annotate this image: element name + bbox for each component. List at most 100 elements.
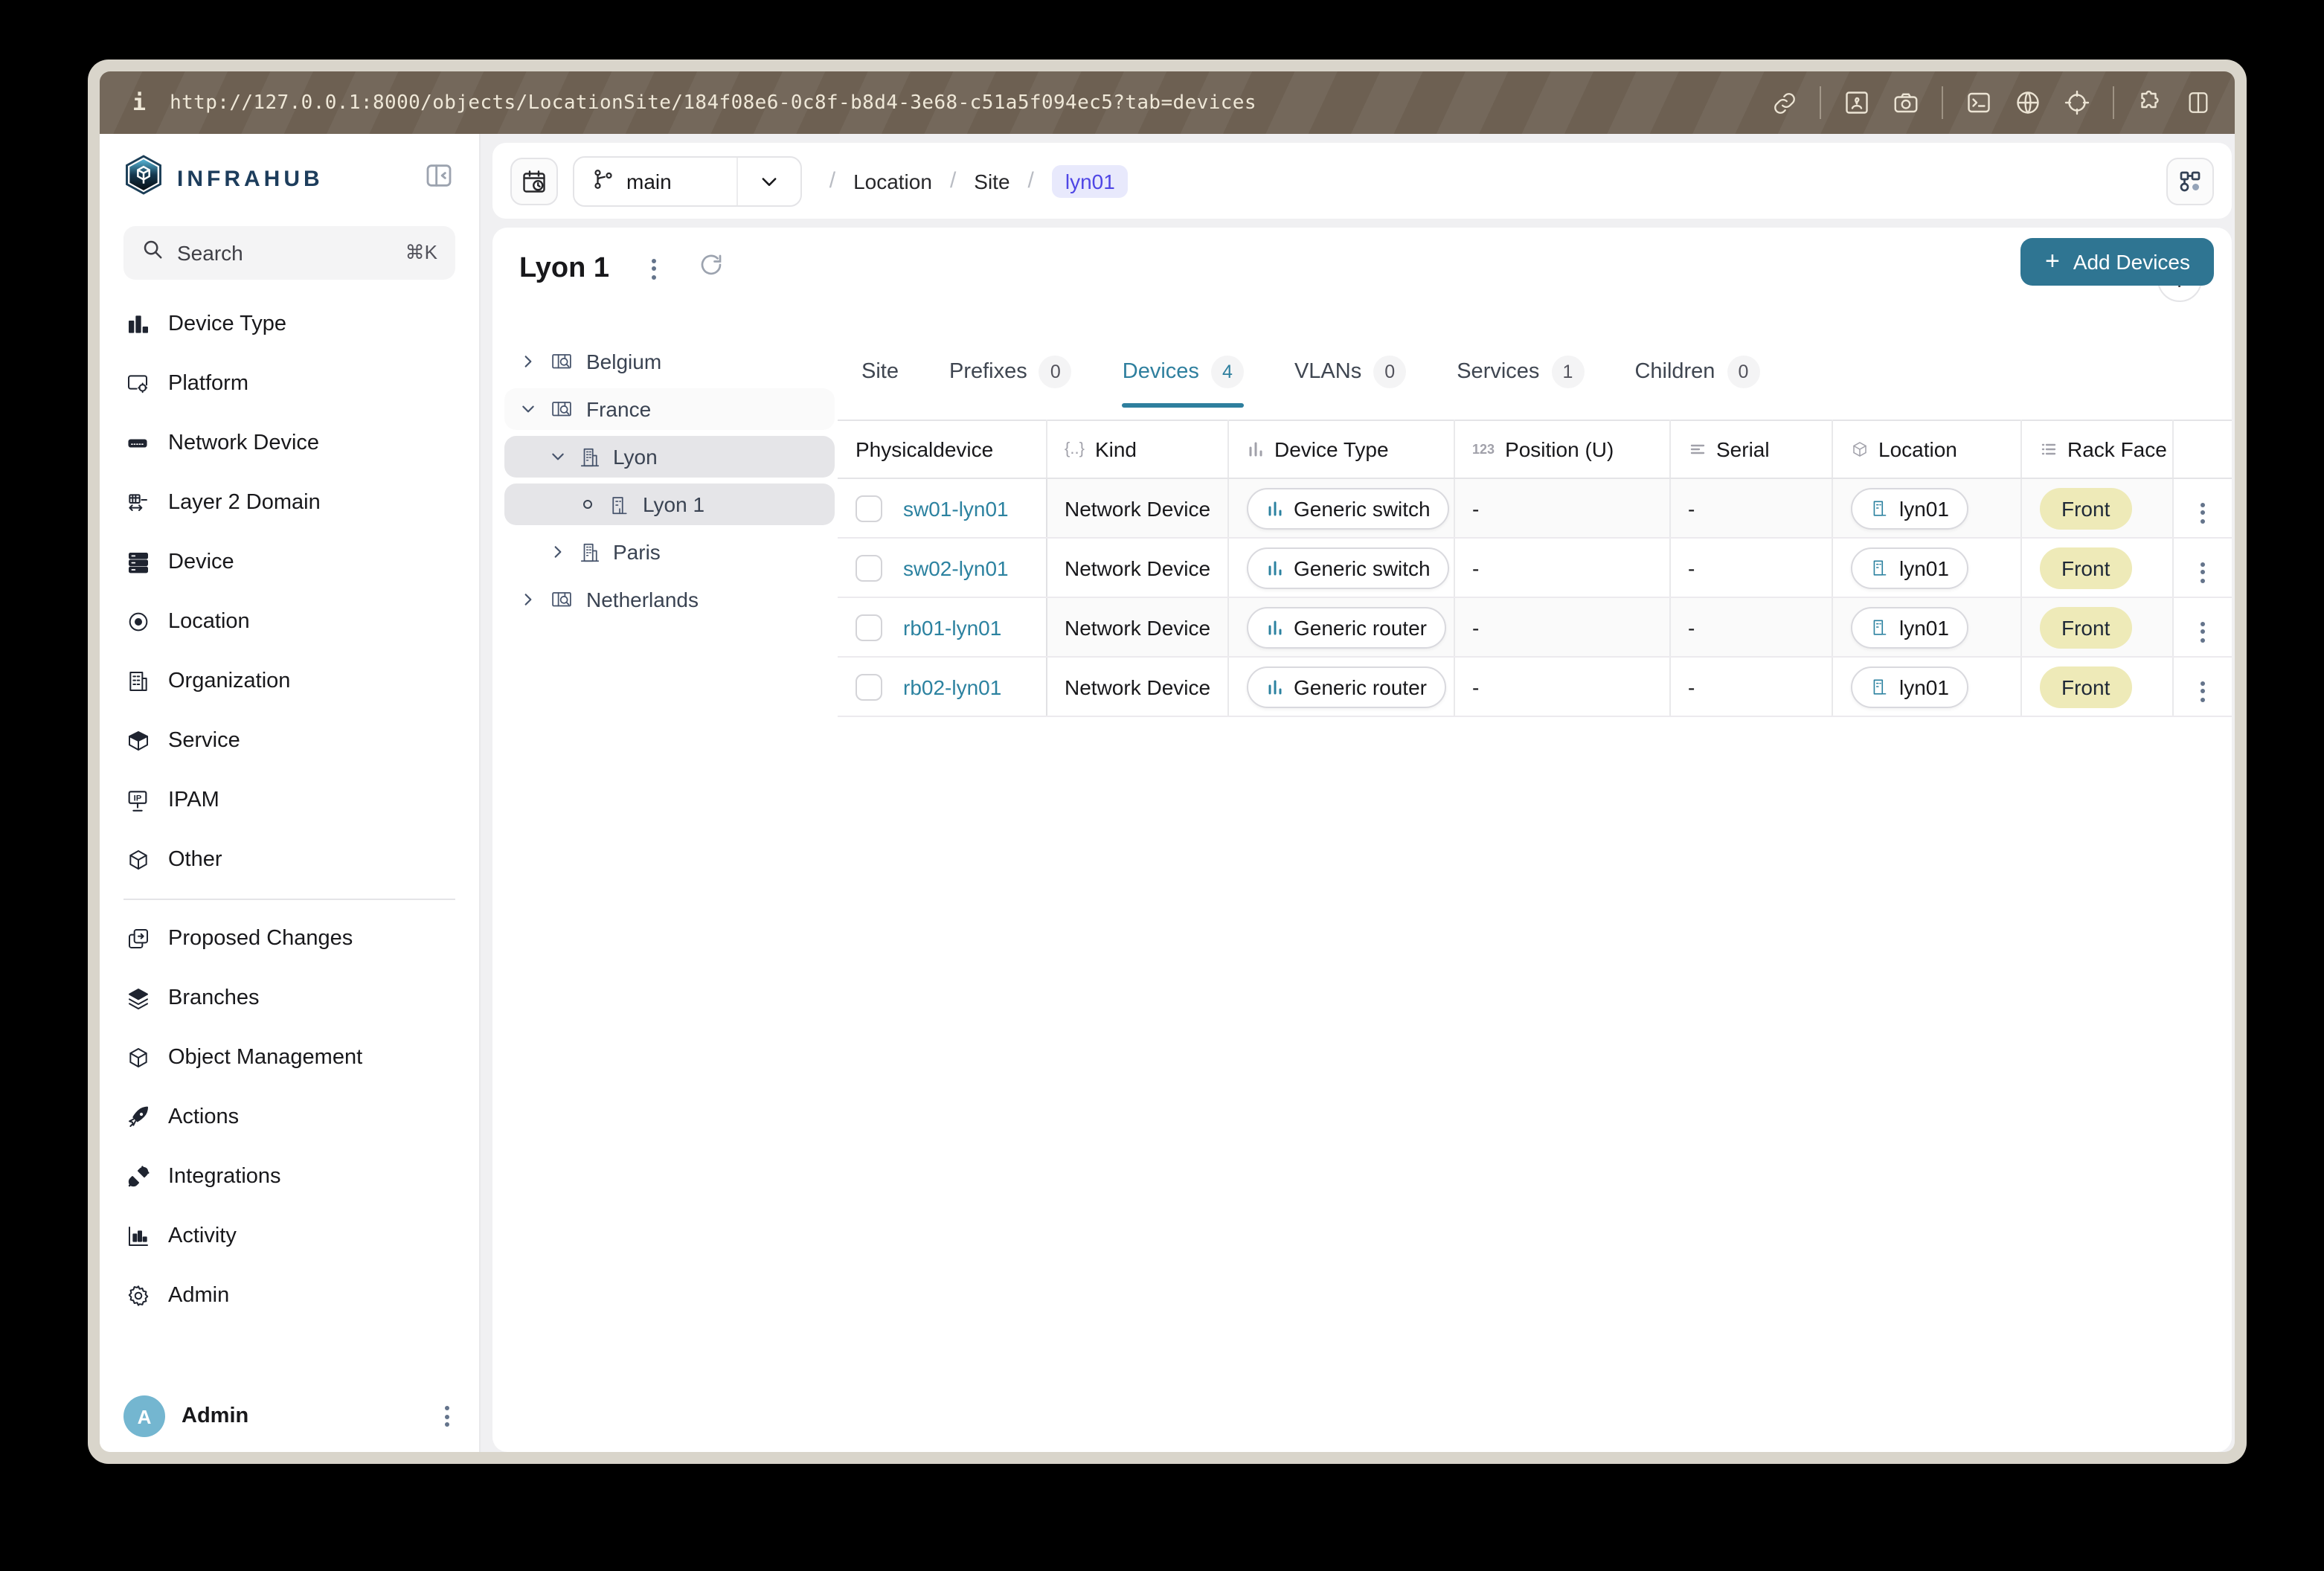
- tree-item-paris[interactable]: Paris: [504, 531, 835, 573]
- row-checkbox[interactable]: [856, 673, 882, 700]
- collapse-sidebar-icon[interactable]: [423, 160, 455, 197]
- breadcrumb-item-site[interactable]: Site: [974, 169, 1009, 193]
- breadcrumb-item-location[interactable]: Location: [853, 169, 932, 193]
- chevron-right-icon[interactable]: [549, 544, 567, 559]
- chevron-down-icon[interactable]: [737, 157, 801, 205]
- camera-icon[interactable]: [1893, 89, 1919, 116]
- row-kebab-icon[interactable]: [2195, 496, 2211, 529]
- rocket-icon: [123, 1105, 152, 1129]
- sidebar-item-platform[interactable]: Platform: [100, 354, 479, 414]
- tree-item-belgium[interactable]: Belgium: [504, 341, 835, 382]
- time-travel-button[interactable]: [510, 157, 558, 205]
- row-kebab-icon[interactable]: [2195, 615, 2211, 648]
- chevron-right-icon[interactable]: [519, 354, 537, 369]
- schema-visualizer-button[interactable]: [2166, 157, 2214, 205]
- user-menu[interactable]: A Admin: [100, 1395, 479, 1437]
- sidebar-item-branches[interactable]: Branches: [100, 968, 479, 1028]
- sidebar-item-device[interactable]: Device: [100, 533, 479, 592]
- location-pill[interactable]: lyn01: [1850, 487, 1968, 529]
- branch-selector[interactable]: main: [573, 155, 803, 206]
- search-input[interactable]: Search ⌘K: [123, 226, 455, 280]
- image-icon[interactable]: [1843, 89, 1870, 116]
- tab-devices[interactable]: Devices4: [1123, 341, 1244, 403]
- device-link[interactable]: rb01-lyn01: [903, 615, 1001, 639]
- device-link[interactable]: rb02-lyn01: [903, 675, 1001, 698]
- location-pill[interactable]: lyn01: [1850, 606, 1968, 648]
- tab-prefixes[interactable]: Prefixes0: [949, 341, 1072, 403]
- sidebar-item-device-type[interactable]: Device Type: [100, 295, 479, 354]
- devices-table: Physicaldevice {..}Kind Device Type 123P…: [838, 420, 2232, 717]
- sidebar-item-activity[interactable]: Activity: [100, 1207, 479, 1266]
- tree-item-lyon[interactable]: Lyon: [504, 436, 835, 478]
- table-row[interactable]: sw01-lyn01 Network Device Generic switch…: [838, 478, 2232, 538]
- sidebar-item-service[interactable]: Service: [100, 711, 479, 771]
- globe-icon[interactable]: [2015, 89, 2041, 116]
- device-link[interactable]: sw01-lyn01: [903, 496, 1009, 520]
- sidebar-item-proposed-changes[interactable]: Proposed Changes: [100, 909, 479, 968]
- row-checkbox[interactable]: [856, 614, 882, 640]
- column-header-device-type[interactable]: Device Type: [1227, 420, 1454, 478]
- crosshair-icon[interactable]: [2064, 89, 2090, 116]
- sidebar-item-layer2-domain[interactable]: Layer 2 Domain: [100, 473, 479, 533]
- chevron-down-icon[interactable]: [519, 402, 537, 417]
- tab-vlans[interactable]: VLANs0: [1294, 341, 1406, 403]
- column-header-location[interactable]: Location: [1832, 420, 2020, 478]
- site-building-icon: [1869, 558, 1889, 577]
- device-link[interactable]: sw02-lyn01: [903, 556, 1009, 579]
- sidebar-item-integrations[interactable]: Integrations: [100, 1147, 479, 1207]
- chevron-right-icon[interactable]: [519, 592, 537, 607]
- row-checkbox[interactable]: [856, 554, 882, 581]
- row-checkbox[interactable]: [856, 495, 882, 521]
- chevron-down-icon[interactable]: [549, 449, 567, 464]
- device-type-pill[interactable]: Generic router: [1246, 606, 1446, 648]
- url-text[interactable]: http://127.0.0.1:8000/objects/LocationSi…: [170, 91, 1256, 114]
- page-kebab-icon[interactable]: [645, 252, 661, 285]
- tab-services[interactable]: Services1: [1457, 341, 1584, 403]
- tree-item-lyon1[interactable]: Lyon 1: [504, 483, 835, 525]
- add-devices-button[interactable]: + Add Devices: [2021, 238, 2214, 286]
- row-kebab-icon[interactable]: [2195, 556, 2211, 588]
- switch-icon: [123, 433, 152, 454]
- column-header-physicaldevice[interactable]: Physicaldevice: [838, 420, 1046, 478]
- table-row[interactable]: rb01-lyn01 Network Device Generic router…: [838, 597, 2232, 657]
- sidebar-item-organization[interactable]: Organization: [100, 652, 479, 711]
- sidebar-item-label: Network Device: [168, 431, 319, 455]
- row-kebab-icon[interactable]: [2195, 675, 2211, 707]
- location-pill[interactable]: lyn01: [1850, 666, 1968, 707]
- tree-item-netherlands[interactable]: Netherlands: [504, 579, 835, 620]
- device-type-pill[interactable]: Generic switch: [1246, 487, 1450, 529]
- table-row[interactable]: rb02-lyn01 Network Device Generic router…: [838, 657, 2232, 716]
- tab-site[interactable]: Site: [861, 341, 899, 403]
- user-kebab-icon[interactable]: [439, 1400, 455, 1433]
- puzzle-icon[interactable]: [2137, 89, 2163, 116]
- sidebar-item-other[interactable]: Other: [100, 830, 479, 890]
- sidebar-item-label: IPAM: [168, 788, 219, 812]
- split-view-icon[interactable]: [2186, 89, 2211, 116]
- column-header-serial[interactable]: Serial: [1669, 420, 1832, 478]
- sidebar-item-actions[interactable]: Actions: [100, 1088, 479, 1147]
- refresh-icon[interactable]: [697, 251, 724, 286]
- breadcrumb-slash: /: [1028, 168, 1034, 193]
- sidebar-item-location[interactable]: Location: [100, 592, 479, 652]
- device-type-pill[interactable]: Generic router: [1246, 666, 1446, 707]
- tree-item-france[interactable]: France: [504, 388, 835, 430]
- browser-url-bar[interactable]: i http://127.0.0.1:8000/objects/Location…: [100, 71, 2235, 134]
- device-type-pill[interactable]: Generic switch: [1246, 547, 1450, 588]
- tab-children[interactable]: Children0: [1634, 341, 1759, 403]
- sidebar-item-ipam[interactable]: IP IPAM: [100, 771, 479, 830]
- link-icon[interactable]: [1772, 90, 1797, 115]
- sidebar-item-object-management[interactable]: Object Management: [100, 1028, 479, 1088]
- sidebar-item-label: Integrations: [168, 1165, 281, 1189]
- sidebar-item-network-device[interactable]: Network Device: [100, 414, 479, 473]
- table-row[interactable]: sw02-lyn01 Network Device Generic switch…: [838, 538, 2232, 597]
- sidebar-item-admin[interactable]: Admin: [100, 1266, 479, 1326]
- terminal-icon[interactable]: [1965, 89, 1992, 116]
- screen: i http://127.0.0.1:8000/objects/Location…: [0, 0, 2324, 1571]
- location-pill[interactable]: lyn01: [1850, 547, 1968, 588]
- column-header-rack-face[interactable]: Rack Face: [2020, 420, 2172, 478]
- sidebar-divider: [123, 899, 455, 900]
- breadcrumb-current[interactable]: lyn01: [1052, 164, 1129, 197]
- column-header-kind[interactable]: {..}Kind: [1046, 420, 1227, 478]
- column-header-position[interactable]: 123Position (U): [1454, 420, 1669, 478]
- copy-icon: [123, 927, 152, 951]
